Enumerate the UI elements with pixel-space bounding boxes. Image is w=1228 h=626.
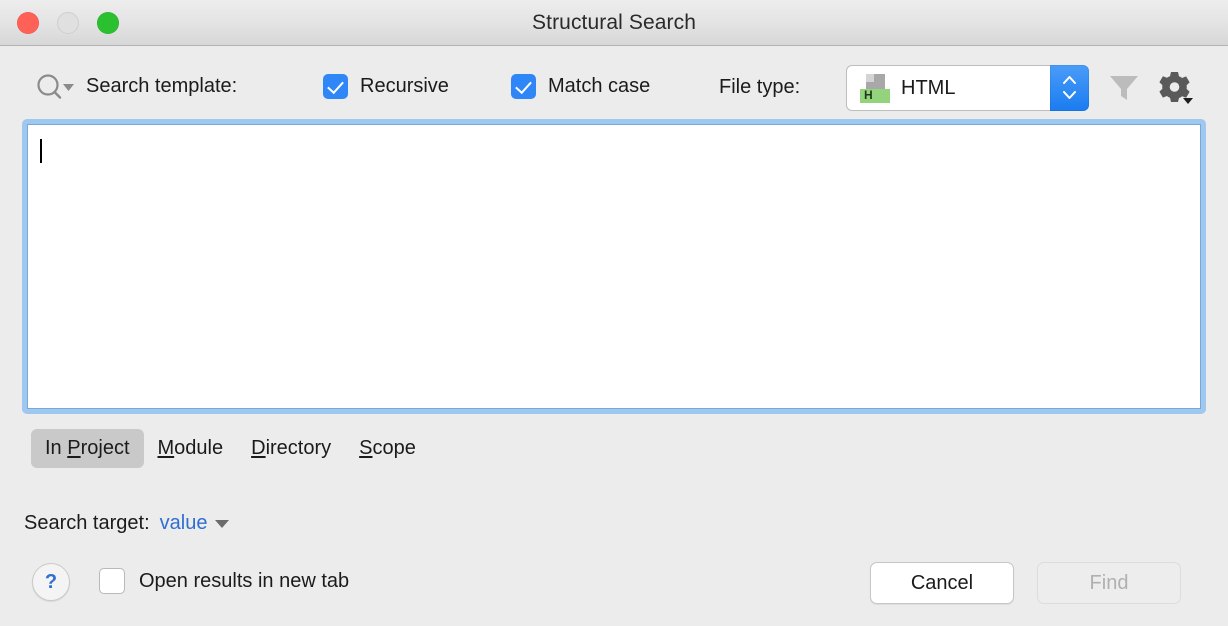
recursive-label: Recursive: [360, 75, 449, 98]
file-type-value: HTML: [901, 77, 955, 100]
file-type-stepper[interactable]: [1050, 65, 1089, 111]
filter-icon[interactable]: [1108, 73, 1140, 108]
scope-tab-scope[interactable]: Scope: [345, 429, 430, 468]
html-file-icon: H: [860, 74, 890, 104]
help-button[interactable]: ?: [32, 563, 70, 601]
scope-selector: In Project Module Directory Scope: [31, 429, 430, 468]
file-type-field[interactable]: H HTML: [846, 65, 1050, 111]
window-title: Structural Search: [0, 0, 1228, 46]
search-icon[interactable]: [35, 74, 77, 105]
scope-tab-directory[interactable]: Directory: [237, 429, 345, 468]
search-target-label: Search target:: [24, 512, 150, 535]
scope-tab-module[interactable]: Module: [144, 429, 238, 468]
chevron-down-icon[interactable]: [215, 520, 229, 528]
search-target-value[interactable]: value: [160, 512, 208, 535]
help-button-label: ?: [33, 564, 69, 600]
match-case-checkbox-box[interactable]: [511, 74, 536, 99]
search-target-row: Search target: value: [24, 512, 229, 535]
gear-icon[interactable]: [1157, 70, 1195, 111]
text-caret: [40, 139, 42, 163]
cancel-button[interactable]: Cancel: [870, 562, 1014, 604]
match-case-label: Match case: [548, 75, 650, 98]
search-template-label: Search template:: [86, 75, 237, 98]
search-template-editor-focus-ring: [22, 119, 1206, 414]
html-file-icon-letter: H: [864, 88, 873, 102]
open-results-new-tab-label: Open results in new tab: [139, 570, 349, 593]
recursive-checkbox-box[interactable]: [323, 74, 348, 99]
scope-tab-in-project[interactable]: In Project: [31, 429, 144, 468]
title-bar: Structural Search: [0, 0, 1228, 46]
find-button[interactable]: Find: [1037, 562, 1181, 604]
file-type-label: File type:: [719, 76, 800, 99]
open-results-new-tab-box[interactable]: [99, 568, 125, 594]
open-results-new-tab-checkbox[interactable]: Open results in new tab: [99, 568, 349, 594]
match-case-checkbox[interactable]: Match case: [511, 74, 650, 99]
search-template-editor[interactable]: [27, 124, 1201, 409]
file-type-combo[interactable]: H HTML: [846, 65, 1089, 111]
structural-search-dialog: Structural Search Search template: Recur…: [0, 0, 1228, 626]
recursive-checkbox[interactable]: Recursive: [323, 74, 449, 99]
